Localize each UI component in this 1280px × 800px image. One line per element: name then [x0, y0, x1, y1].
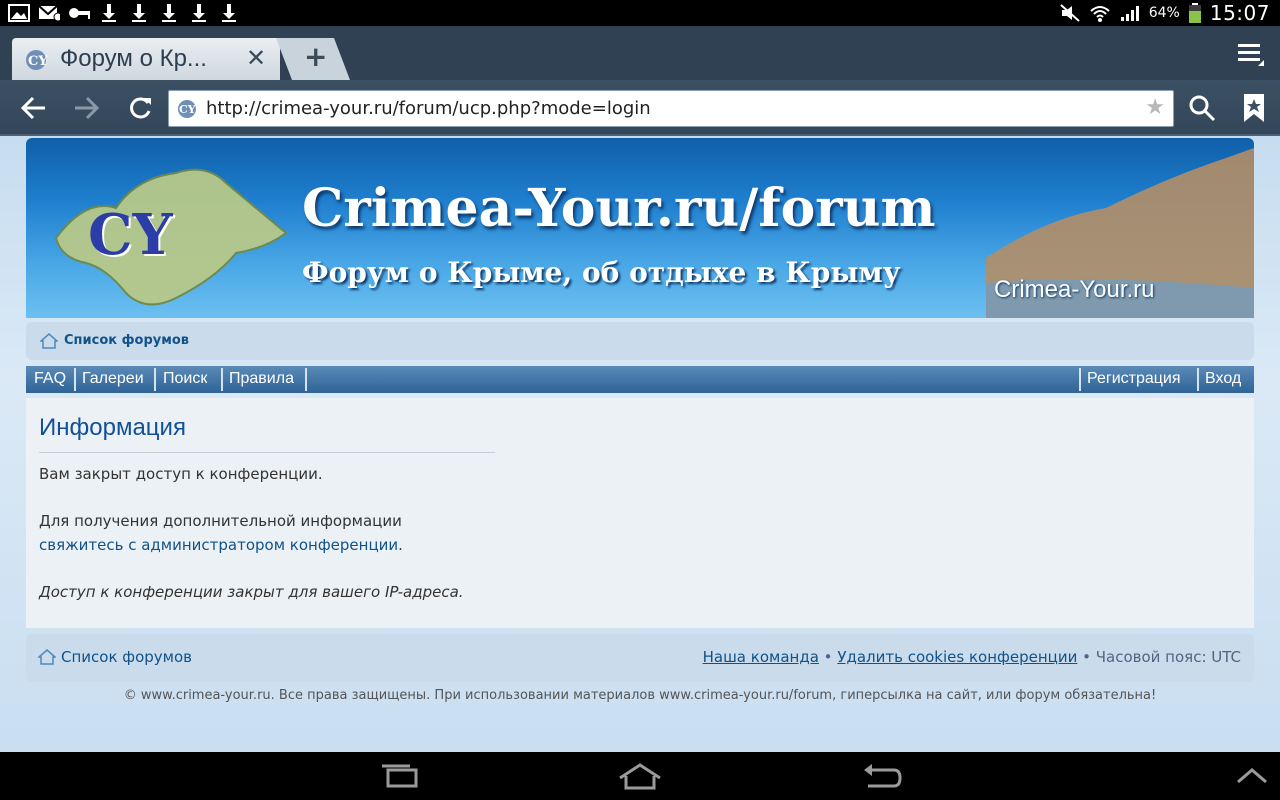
nav-divider	[221, 368, 223, 391]
forum-nav-bar: FAQ Галереи Поиск Правила Регистрация Вх…	[26, 366, 1254, 393]
back-icon[interactable]	[18, 92, 50, 124]
home-icon	[39, 333, 59, 353]
recent-apps-icon[interactable]	[378, 762, 422, 790]
battery-icon	[1188, 3, 1202, 23]
nav-divider	[1197, 368, 1199, 391]
nav-divider	[305, 368, 307, 391]
breadcrumb-forum-index-link[interactable]: Список форумов	[64, 333, 189, 348]
page-viewport: CY Crimea-Your.ru/forum Форум о Крыме, о…	[0, 136, 1280, 752]
system-nav-bar	[0, 752, 1280, 800]
contact-line: свяжитесь с администратором конференции.	[39, 536, 403, 554]
nav-divider	[154, 368, 156, 391]
page-title: Информация	[39, 414, 186, 441]
nav-register-link[interactable]: Регистрация	[1087, 370, 1181, 388]
signal-icon	[1119, 3, 1141, 23]
nav-divider	[74, 368, 76, 391]
forward-icon[interactable]	[70, 92, 102, 124]
download-icon	[218, 3, 240, 23]
site-favicon: CY	[24, 48, 48, 76]
nav-faq-link[interactable]: FAQ	[34, 370, 66, 388]
mail-icon	[38, 3, 60, 23]
bullet-separator: •	[823, 648, 833, 666]
browser-tab[interactable]: CY Форум о Кр... ✕	[12, 38, 280, 80]
tab-title: Форум о Кр...	[60, 45, 207, 72]
nav-login-link[interactable]: Вход	[1205, 370, 1241, 388]
back-button-icon[interactable]	[860, 762, 904, 790]
mute-icon	[1059, 3, 1081, 23]
gallery-icon	[8, 3, 30, 23]
contact-suffix: .	[398, 536, 403, 554]
delete-cookies-link[interactable]: Удалить cookies конференции	[837, 648, 1077, 666]
nav-search-link[interactable]: Поиск	[163, 370, 207, 388]
info-panel: Информация Вам закрыт доступ к конференц…	[26, 398, 1254, 628]
browser-toolbar: CY http://crimea-your.ru/forum/ucp.php?m…	[0, 80, 1280, 136]
nav-rules-link[interactable]: Правила	[229, 370, 294, 388]
copyright-text: © www.crimea-your.ru. Все права защищены…	[123, 688, 1157, 703]
banner-title: Crimea-Your.ru/forum	[302, 178, 936, 239]
notification-icons	[8, 2, 240, 24]
footer-forum-index-link[interactable]: Список форумов	[61, 648, 192, 666]
search-icon[interactable]	[1186, 92, 1218, 124]
banner-brand: Crimea-Your.ru	[994, 276, 1155, 303]
chevron-up-icon[interactable]	[1234, 762, 1278, 790]
download-icon	[158, 3, 180, 23]
bookmark-icon[interactable]	[1240, 92, 1272, 124]
nav-galleries-link[interactable]: Галереи	[82, 370, 144, 388]
timezone-text: Часовой пояс: UTC	[1095, 648, 1241, 666]
access-denied-message: Вам закрыт доступ к конференции.	[39, 465, 323, 483]
footer-nav: Список форумов Наша команда • Удалить co…	[26, 634, 1254, 682]
svg-text:CY: CY	[179, 103, 196, 116]
address-bar[interactable]: CY http://crimea-your.ru/forum/ucp.php?m…	[168, 90, 1174, 127]
menu-icon[interactable]	[1236, 40, 1264, 68]
download-icon	[128, 3, 150, 23]
download-icon	[98, 3, 120, 23]
bullet-separator: •	[1082, 648, 1091, 666]
banner-subtitle: Форум о Крыме, об отдыхе в Крыму	[302, 256, 901, 289]
close-tab-icon[interactable]: ✕	[246, 44, 266, 72]
status-bar: 64% 15:07	[0, 0, 1280, 26]
home-icon	[37, 649, 57, 669]
breadcrumb: Список форумов	[26, 322, 1254, 360]
battery-percent: 64%	[1148, 5, 1180, 21]
contact-admin-link[interactable]: свяжитесь с администратором конференции	[39, 536, 398, 554]
ip-ban-message: Доступ к конференции закрыт для вашего I…	[39, 583, 464, 601]
team-link[interactable]: Наша команда	[703, 648, 819, 666]
logo-text: CY	[88, 202, 173, 268]
url-text: http://crimea-your.ru/forum/ucp.php?mode…	[206, 98, 651, 119]
site-favicon: CY	[176, 98, 198, 124]
plus-icon: +	[304, 40, 328, 73]
new-tab-button[interactable]: +	[276, 38, 350, 80]
heading-divider	[39, 452, 495, 453]
svg-text:CY: CY	[28, 54, 48, 69]
nav-divider	[1079, 368, 1081, 391]
tab-strip: CY Форум о Кр... ✕ +	[0, 26, 1280, 80]
footer-links: Наша команда • Удалить cookies конференц…	[703, 648, 1241, 666]
wifi-icon	[1089, 3, 1111, 23]
download-icon	[188, 3, 210, 23]
clock: 15:07	[1209, 1, 1270, 25]
refresh-icon[interactable]	[124, 92, 156, 124]
forum-banner[interactable]: CY Crimea-Your.ru/forum Форум о Крыме, о…	[26, 138, 1254, 318]
star-icon[interactable]: ★	[1145, 95, 1165, 120]
more-info-text: Для получения дополнительной информации	[39, 512, 402, 530]
home-button-icon[interactable]	[618, 762, 662, 790]
key-icon	[68, 3, 90, 23]
system-indicators: 64% 15:07	[1059, 0, 1270, 26]
